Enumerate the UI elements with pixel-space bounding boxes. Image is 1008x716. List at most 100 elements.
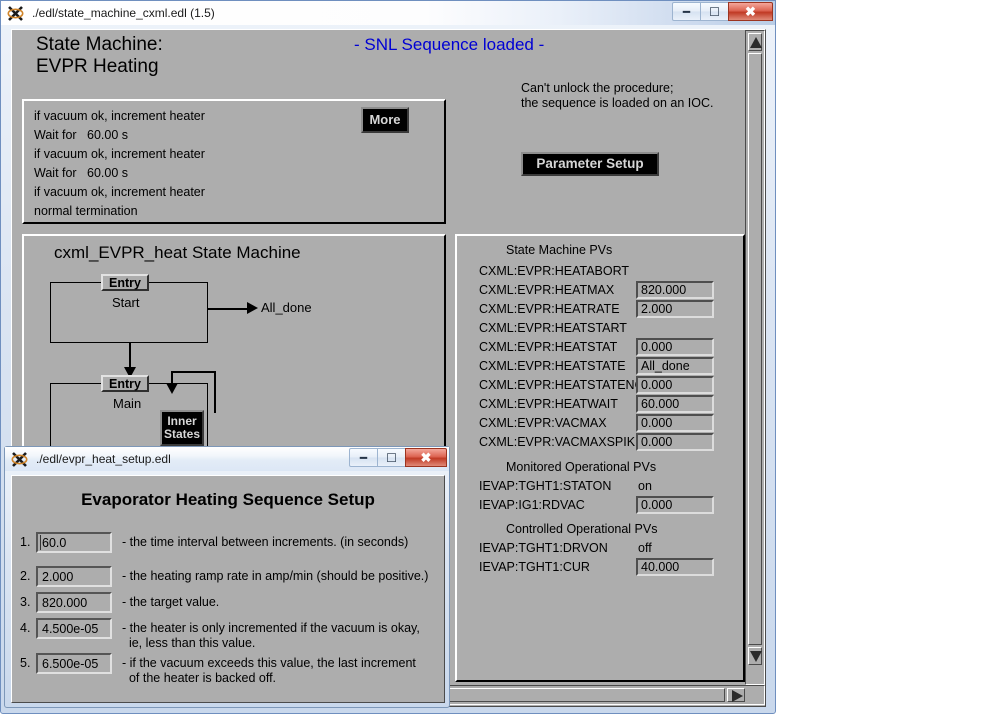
sequence-line-1: Wait for 60.00 s bbox=[34, 128, 129, 142]
transition-line-alldone bbox=[208, 308, 249, 310]
sequence-line-2: if vacuum ok, increment heater bbox=[34, 147, 205, 161]
close-icon: ✖ bbox=[420, 450, 432, 465]
state-box-start bbox=[50, 282, 208, 343]
row-description: - the time interval between increments. … bbox=[122, 535, 409, 549]
state-label-main: Main bbox=[113, 396, 142, 411]
row-description: - the heating ramp rate in amp/min (shou… bbox=[122, 569, 429, 583]
vertical-scrollbar[interactable] bbox=[745, 30, 765, 685]
scrollbar-down-arrow[interactable] bbox=[748, 647, 762, 665]
setup-value-input[interactable]: 6.500e-05 bbox=[36, 653, 112, 674]
dialog-client-area: Evaporator Heating Sequence Setup 1. 60.0… bbox=[11, 475, 445, 703]
maximize-button[interactable]: ☐ bbox=[700, 2, 729, 21]
setup-value-input[interactable]: 2.000 bbox=[36, 566, 112, 587]
minimize-button[interactable]: ━ bbox=[672, 2, 701, 21]
entry-tag-main: Entry bbox=[101, 375, 149, 392]
text-caret bbox=[40, 535, 41, 550]
pv-section-monitored: Monitored Operational PVs bbox=[506, 460, 657, 474]
pv-name: CXML:EVPR:HEATRATE bbox=[479, 302, 620, 316]
sequence-line-5: normal termination bbox=[34, 204, 138, 218]
row-number: 4. bbox=[20, 621, 31, 635]
row-number: 2. bbox=[20, 569, 31, 583]
close-button[interactable]: ✖ bbox=[728, 2, 773, 21]
pv-name: CXML:EVPR:HEATABORT bbox=[479, 264, 630, 278]
row-description: - if the vacuum exceeds this value, the … bbox=[122, 656, 416, 685]
dialog-titlebar[interactable]: ./edl/evpr_heat_setup.edl ━ ☐ ✖ bbox=[5, 447, 449, 471]
dialog-maximize-button[interactable]: ☐ bbox=[377, 448, 406, 467]
page-title-line2: EVPR Heating bbox=[36, 56, 159, 77]
pv-name: IEVAP:TGHT1:STATON bbox=[479, 479, 612, 493]
pv-name: IEVAP:IG1:RDVAC bbox=[479, 498, 585, 512]
unlock-note-line1: Can't unlock the procedure; bbox=[521, 81, 674, 95]
self-loop-top bbox=[171, 371, 215, 373]
setup-value-input[interactable]: 820.000 bbox=[36, 592, 112, 613]
pv-value-field[interactable]: 0.000 bbox=[636, 376, 714, 394]
status-badge: - SNL Sequence loaded - bbox=[354, 35, 545, 54]
pv-section-controlled: Controlled Operational PVs bbox=[506, 522, 658, 536]
setup-dialog-window: ./edl/evpr_heat_setup.edl ━ ☐ ✖ Evaporat… bbox=[4, 446, 450, 708]
unlock-note-line2: the sequence is loaded on an IOC. bbox=[521, 96, 714, 110]
parameter-setup-button[interactable]: Parameter Setup bbox=[521, 152, 659, 176]
pv-name: CXML:EVPR:VACMAXSPIKE bbox=[479, 435, 644, 449]
sequence-line-0: if vacuum ok, increment heater bbox=[34, 109, 205, 123]
minimize-icon: ━ bbox=[359, 450, 368, 465]
minimize-icon: ━ bbox=[682, 4, 691, 19]
maximize-icon: ☐ bbox=[386, 450, 397, 465]
x11-app-icon bbox=[6, 3, 28, 23]
chevron-up-icon bbox=[750, 37, 762, 48]
state-machine-title: cxml_EVPR_heat State Machine bbox=[54, 243, 301, 262]
row-description: - the target value. bbox=[122, 595, 220, 609]
pv-name: CXML:EVPR:HEATSTAT bbox=[479, 340, 618, 354]
pv-name: IEVAP:TGHT1:DRVON bbox=[479, 541, 608, 555]
more-button[interactable]: More bbox=[361, 107, 409, 133]
scrollbar-right-arrow[interactable] bbox=[727, 688, 745, 702]
dialog-title: ./edl/evpr_heat_setup.edl bbox=[36, 452, 171, 466]
chevron-right-icon bbox=[732, 690, 743, 702]
pv-value-text: off bbox=[638, 541, 652, 555]
pv-value-field[interactable]: 2.000 bbox=[636, 300, 714, 318]
row-number: 1. bbox=[20, 535, 31, 549]
transition-arrow-alldone bbox=[247, 302, 258, 314]
x11-app-icon-dialog bbox=[10, 449, 32, 469]
inner-states-label-2: States bbox=[163, 427, 201, 441]
state-label-start: Start bbox=[112, 295, 140, 310]
dialog-heading: Evaporator Heating Sequence Setup bbox=[81, 490, 375, 509]
entry-tag-start: Entry bbox=[101, 274, 149, 291]
scrollbar-up-arrow[interactable] bbox=[748, 33, 762, 51]
pv-value-text: on bbox=[638, 479, 652, 493]
dialog-close-button[interactable]: ✖ bbox=[405, 448, 447, 467]
main-window-title: ./edl/state_machine_cxml.edl (1.5) bbox=[32, 6, 215, 20]
chevron-down-icon bbox=[750, 651, 762, 662]
sequence-line-4: if vacuum ok, increment heater bbox=[34, 185, 205, 199]
pv-value-field[interactable]: All_done bbox=[636, 357, 714, 375]
setup-value-input[interactable]: 60.0 bbox=[36, 532, 112, 553]
setup-value-input[interactable]: 4.500e-05 bbox=[36, 618, 112, 639]
pv-value-field[interactable]: 0.000 bbox=[636, 433, 714, 451]
self-loop-right bbox=[214, 371, 216, 413]
pv-value-field[interactable]: 0.000 bbox=[636, 414, 714, 432]
row-description: - the heater is only incremented if the … bbox=[122, 621, 420, 650]
page-title-line1: State Machine: bbox=[36, 34, 163, 55]
maximize-icon: ☐ bbox=[709, 4, 720, 19]
dialog-minimize-button[interactable]: ━ bbox=[349, 448, 378, 467]
scrollbar-vertical-thumb[interactable] bbox=[748, 53, 762, 645]
main-window-titlebar[interactable]: ./edl/state_machine_cxml.edl (1.5) ━ ☐ ✖ bbox=[1, 1, 775, 25]
inner-states-button[interactable]: Inner States bbox=[160, 410, 204, 446]
pv-name: CXML:EVPR:HEATMAX bbox=[479, 283, 615, 297]
sequence-line-3: Wait for 60.00 s bbox=[34, 166, 129, 180]
pv-value-field[interactable]: 40.000 bbox=[636, 558, 714, 576]
pv-value-field[interactable]: 0.000 bbox=[636, 338, 714, 356]
close-icon: ✖ bbox=[745, 4, 756, 19]
pv-name: CXML:EVPR:HEATSTART bbox=[479, 321, 627, 335]
pv-value-field[interactable]: 0.000 bbox=[636, 496, 714, 514]
pv-value-field[interactable]: 60.000 bbox=[636, 395, 714, 413]
pv-name: CXML:EVPR:HEATSTATE bbox=[479, 359, 626, 373]
main-window-controls: ━ ☐ ✖ bbox=[672, 2, 773, 21]
pv-value-field[interactable]: 820.000 bbox=[636, 281, 714, 299]
pv-name: IEVAP:TGHT1:CUR bbox=[479, 560, 590, 574]
transition-label-alldone: All_done bbox=[261, 300, 312, 315]
row-number: 3. bbox=[20, 595, 31, 609]
pv-name: CXML:EVPR:HEATWAIT bbox=[479, 397, 618, 411]
dialog-window-controls: ━ ☐ ✖ bbox=[349, 448, 447, 467]
row-number: 5. bbox=[20, 656, 31, 670]
pv-name: CXML:EVPR:VACMAX bbox=[479, 416, 607, 430]
